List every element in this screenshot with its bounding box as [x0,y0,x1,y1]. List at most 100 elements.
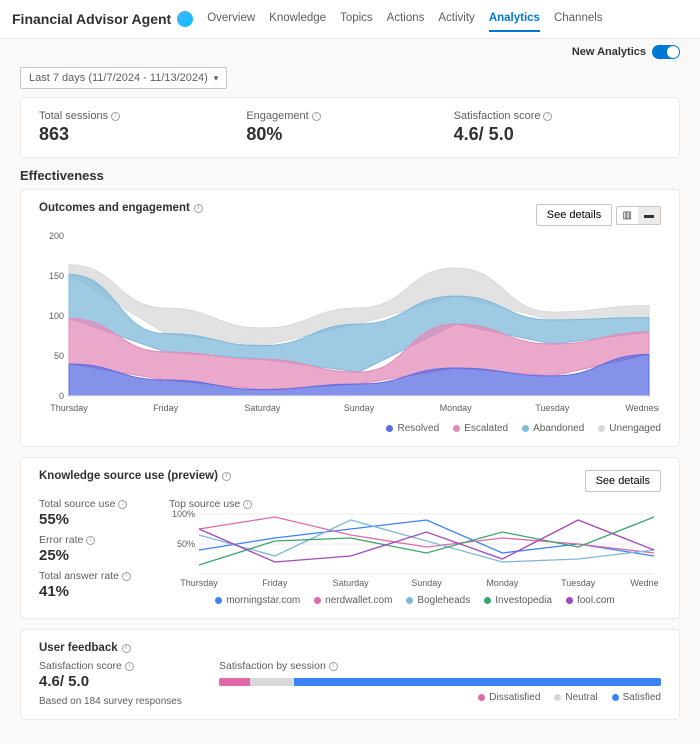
kpi-engagement-label: Engagement [246,110,308,122]
info-icon[interactable] [86,536,95,545]
info-icon[interactable] [194,204,203,213]
chevron-down-icon: ▾ [214,73,219,84]
daterange-picker[interactable]: Last 7 days (11/7/2024 - 11/13/2024) ▾ [20,67,227,89]
svg-text:Thursday: Thursday [50,403,88,413]
feedback-card: User feedback Satisfaction score 4.6/ 5.… [20,629,680,720]
info-icon[interactable] [329,662,338,671]
kpi-sessions-label: Total sessions [39,110,108,122]
svg-text:Saturday: Saturday [244,403,281,413]
area-view-icon[interactable]: ▬ [638,207,660,224]
legend-morningstar: morningstar.com [226,595,300,606]
svg-text:Friday: Friday [262,578,288,588]
daterange-label: Last 7 days (11/7/2024 - 11/13/2024) [29,72,208,84]
kpi-satisfaction-label: Satisfaction score [454,110,541,122]
tab-channels[interactable]: Channels [554,6,603,32]
info-icon[interactable] [111,112,120,121]
svg-text:Monday: Monday [440,403,473,413]
svg-text:Friday: Friday [153,403,179,413]
legend-bogleheads: Bogleheads [417,595,470,606]
total-source-value: 55% [39,511,149,528]
answer-rate-label: Total answer rate [39,570,119,582]
info-icon[interactable] [222,472,231,481]
svg-text:0: 0 [59,391,64,401]
topbar: New Analytics [0,39,700,61]
see-details-button[interactable]: See details [585,470,661,492]
feedback-based: Based on 184 survey responses [39,696,189,707]
nav-tabs: Overview Knowledge Topics Actions Activi… [207,6,602,32]
svg-text:Wednesday: Wednesday [630,578,659,588]
legend-fool: fool.com [577,595,615,606]
kpi-engagement-value: 80% [246,124,453,145]
info-icon[interactable] [243,500,252,509]
kpi-card: Total sessions 863 Engagement 80% Satisf… [20,97,680,158]
legend-abandoned: Abandoned [533,423,584,434]
info-icon[interactable] [122,644,131,653]
svg-text:Sunday: Sunday [344,403,375,413]
kpi-engagement: Engagement 80% [246,110,453,145]
error-rate-value: 25% [39,547,149,564]
app-header: Financial Advisor Agent Overview Knowled… [0,0,700,39]
tab-overview[interactable]: Overview [207,6,255,32]
view-toggle[interactable]: ▥ ▬ [616,206,661,225]
svg-text:100: 100 [49,311,64,321]
feedback-legend: Dissatisfied Neutral Satisfied [219,692,661,703]
feedback-sat-value: 4.6/ 5.0 [39,673,189,690]
kpi-satisfaction: Satisfaction score 4.6/ 5.0 [454,110,661,145]
answer-rate-value: 41% [39,583,149,600]
bot-icon [177,11,193,27]
svg-text:Wednesday: Wednesday [625,403,659,413]
bar-view-icon[interactable]: ▥ [617,207,638,224]
svg-text:50%: 50% [177,539,195,549]
legend-unengaged: Unengaged [609,423,661,434]
svg-text:Thursday: Thursday [180,578,218,588]
svg-text:100%: 100% [172,510,195,519]
content: Last 7 days (11/7/2024 - 11/13/2024) ▾ T… [0,61,700,744]
outcomes-legend: Resolved Escalated Abandoned Unengaged [39,423,661,434]
feedback-sat-label: Satisfaction score [39,660,122,672]
legend-neutral: Neutral [565,692,597,703]
legend-resolved: Resolved [397,423,439,434]
info-icon[interactable] [125,662,134,671]
by-session-label: Satisfaction by session [219,660,326,672]
satisfaction-bar [219,678,661,686]
tab-analytics[interactable]: Analytics [489,6,540,32]
outcomes-card: Outcomes and engagement See details ▥ ▬ … [20,189,680,447]
knowledge-metrics: Total source use 55% Error rate 25% Tota… [39,498,149,606]
legend-dissatisfied: Dissatisfied [489,692,540,703]
tab-knowledge[interactable]: Knowledge [269,6,326,32]
outcomes-title: Outcomes and engagement [39,202,190,214]
page-title: Financial Advisor Agent [12,11,193,27]
svg-text:Sunday: Sunday [411,578,442,588]
legend-investopedia: Investopedia [495,595,552,606]
knowledge-legend: morningstar.com nerdwallet.com Boglehead… [169,595,661,606]
info-icon[interactable] [118,500,127,509]
svg-text:Tuesday: Tuesday [535,403,570,413]
knowledge-title: Knowledge source use (preview) [39,470,218,482]
svg-text:200: 200 [49,231,64,241]
legend-nerdwallet: nerdwallet.com [325,595,392,606]
tab-actions[interactable]: Actions [387,6,425,32]
new-analytics-label: New Analytics [572,46,646,58]
feedback-title: User feedback [39,642,118,654]
tab-activity[interactable]: Activity [438,6,474,32]
see-details-button[interactable]: See details [536,204,612,226]
error-rate-label: Error rate [39,534,83,546]
top-source-label: Top source use [169,498,240,510]
title-text: Financial Advisor Agent [12,11,171,27]
outcomes-chart: 050100150200ThursdayFridaySaturdaySunday… [39,226,659,416]
analytics-toggle[interactable] [652,45,680,59]
svg-text:Tuesday: Tuesday [561,578,596,588]
knowledge-card: Knowledge source use (preview) See detai… [20,457,680,619]
kpi-sessions-value: 863 [39,124,246,145]
info-icon[interactable] [122,572,131,581]
knowledge-chart: 100% 50% Thursday Friday Saturday Sunday Monda… [169,510,659,588]
kpi-satisfaction-value: 4.6/ 5.0 [454,124,661,145]
info-icon[interactable] [312,112,321,121]
tab-topics[interactable]: Topics [340,6,373,32]
legend-satisfied: Satisfied [623,692,661,703]
svg-text:Monday: Monday [486,578,519,588]
svg-text:Saturday: Saturday [333,578,370,588]
effectiveness-heading: Effectiveness [20,168,680,183]
kpi-sessions: Total sessions 863 [39,110,246,145]
info-icon[interactable] [543,112,552,121]
